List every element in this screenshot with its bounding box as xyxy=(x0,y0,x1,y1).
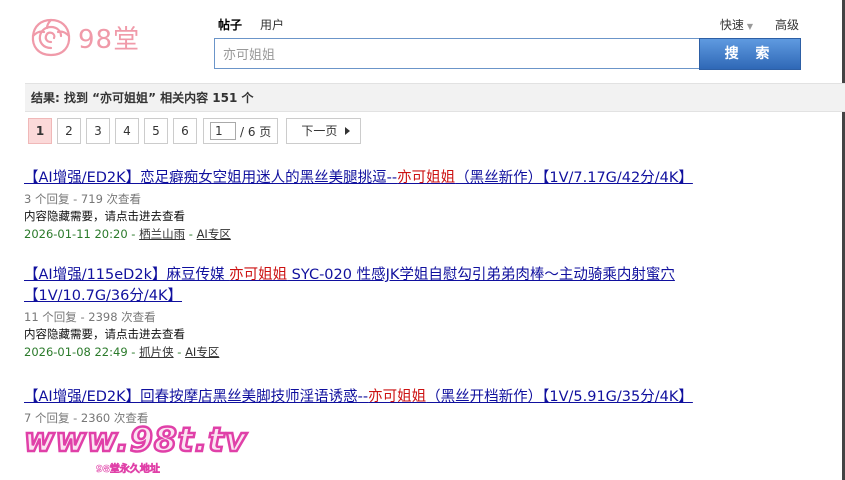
site-logo[interactable]: 98堂 xyxy=(28,14,140,60)
result-item: 【AI增强/115eD2k】麻豆传媒 亦可姐姐 SYC-020 性感JK学姐自慰… xyxy=(24,265,764,361)
search-input[interactable] xyxy=(215,39,699,68)
rose-logo-icon xyxy=(31,18,71,57)
site-watermark: www.98t.tv 98堂永久地址 xyxy=(23,419,248,476)
pagination: 1 2 3 4 5 6 1 / 6 页 下一页 xyxy=(28,118,362,144)
result-title-text: （黑丝开档新作）【1V/5.91G/35分/4K】 xyxy=(426,389,693,405)
result-author-link[interactable]: 栖兰山雨 xyxy=(139,227,185,241)
tab-users[interactable]: 用户 xyxy=(260,16,284,33)
tab-posts[interactable]: 帖子 xyxy=(218,16,242,33)
search-type-tabs: 帖子 用户 xyxy=(218,16,284,33)
results-summary-keyword: 亦可姐姐 xyxy=(100,91,149,105)
page-1[interactable]: 1 xyxy=(28,118,52,144)
results-summary-prefix: 结果: 找到 “ xyxy=(31,91,101,105)
chevron-down-icon: ▼ xyxy=(746,22,753,31)
result-title-link[interactable]: 【AI增强/115eD2k】麻豆传媒 亦可姐姐 SYC-020 性感JK学姐自慰… xyxy=(24,265,764,307)
result-title-text: （黑丝新作）【1V/7.17G/42分/4K】 xyxy=(455,170,693,186)
page-2[interactable]: 2 xyxy=(57,118,81,144)
result-forum-link[interactable]: AI专区 xyxy=(185,345,219,359)
results-summary-suffix: ” 相关内容 151 个 xyxy=(148,91,254,105)
watermark-subtext: 98堂永久地址 xyxy=(96,464,161,476)
page-total: / 6 页 xyxy=(240,124,272,139)
triangle-right-icon xyxy=(345,127,351,135)
page-jump: 1 / 6 页 xyxy=(203,118,279,144)
result-forum-link[interactable]: AI专区 xyxy=(197,227,231,241)
result-title-link[interactable]: 【AI增强/ED2K】回春按摩店黑丝美脚技师淫语诱惑--亦可姐姐（黑丝开档新作）… xyxy=(24,387,764,408)
result-title-text: 【AI增强/ED2K】恋足癖痴女空姐用迷人的黑丝美腿挑逗-- xyxy=(24,170,398,186)
site-header: 98堂 帖子 用户 快速▼ 高级 搜 索 xyxy=(0,0,845,80)
search-button[interactable]: 搜 索 xyxy=(699,38,801,70)
search-options: 快速 ▼ 高级 xyxy=(720,16,799,33)
next-page-button[interactable]: 下一页 xyxy=(286,118,362,144)
result-title-highlight: 亦可姐姐 xyxy=(397,170,456,186)
search-box xyxy=(214,38,700,69)
next-page-label: 下一页 xyxy=(301,124,338,138)
page-4[interactable]: 4 xyxy=(115,118,139,144)
result-sep: - xyxy=(173,345,186,359)
result-title-highlight: 亦可姐姐 xyxy=(229,267,288,283)
results-summary: 结果: 找到 “亦可姐姐” 相关内容 151 个 xyxy=(25,83,845,112)
page-5[interactable]: 5 xyxy=(144,118,168,144)
result-info: 2026-01-11 20:20 - 栖兰山雨 - AI专区 xyxy=(24,225,764,243)
result-title-text: 【AI增强/ED2K】回春按摩店黑丝美脚技师淫语诱惑-- xyxy=(24,389,369,405)
result-date: 2026-01-08 22:49 - xyxy=(24,345,140,359)
advanced-search-link[interactable]: 高级 xyxy=(775,16,799,33)
site-logo-text: 98堂 xyxy=(78,24,141,55)
quick-search-label: 快速 xyxy=(719,18,744,32)
result-author-link[interactable]: 抓片侠 xyxy=(139,345,174,359)
result-snippet: 内容隐藏需要，请点击进去查看 xyxy=(24,327,185,341)
result-title-text: 【AI增强/115eD2k】麻豆传媒 xyxy=(24,267,230,283)
result-sep: - xyxy=(185,227,197,241)
watermark-text: www.98t.tv xyxy=(23,419,248,461)
page-3[interactable]: 3 xyxy=(86,118,110,144)
result-info: 2026-01-08 22:49 - 抓片侠 - AI专区 xyxy=(24,343,764,361)
result-stats: 11 个回复 - 2398 次查看 xyxy=(24,310,156,324)
result-title-link[interactable]: 【AI增强/ED2K】恋足癖痴女空姐用迷人的黑丝美腿挑逗--亦可姐姐（黑丝新作）… xyxy=(24,168,764,189)
result-snippet: 内容隐藏需要，请点击进去查看 xyxy=(24,209,185,223)
quick-search-toggle[interactable]: 快速 ▼ xyxy=(720,16,753,33)
result-stats: 3 个回复 - 719 次查看 xyxy=(24,192,142,206)
page-6[interactable]: 6 xyxy=(173,118,197,144)
result-date: 2026-01-11 20:20 - xyxy=(24,227,140,241)
page-jump-input[interactable]: 1 xyxy=(210,122,236,140)
result-title-highlight: 亦可姐姐 xyxy=(368,389,427,405)
result-item: 【AI增强/ED2K】恋足癖痴女空姐用迷人的黑丝美腿挑逗--亦可姐姐（黑丝新作）… xyxy=(24,168,764,243)
